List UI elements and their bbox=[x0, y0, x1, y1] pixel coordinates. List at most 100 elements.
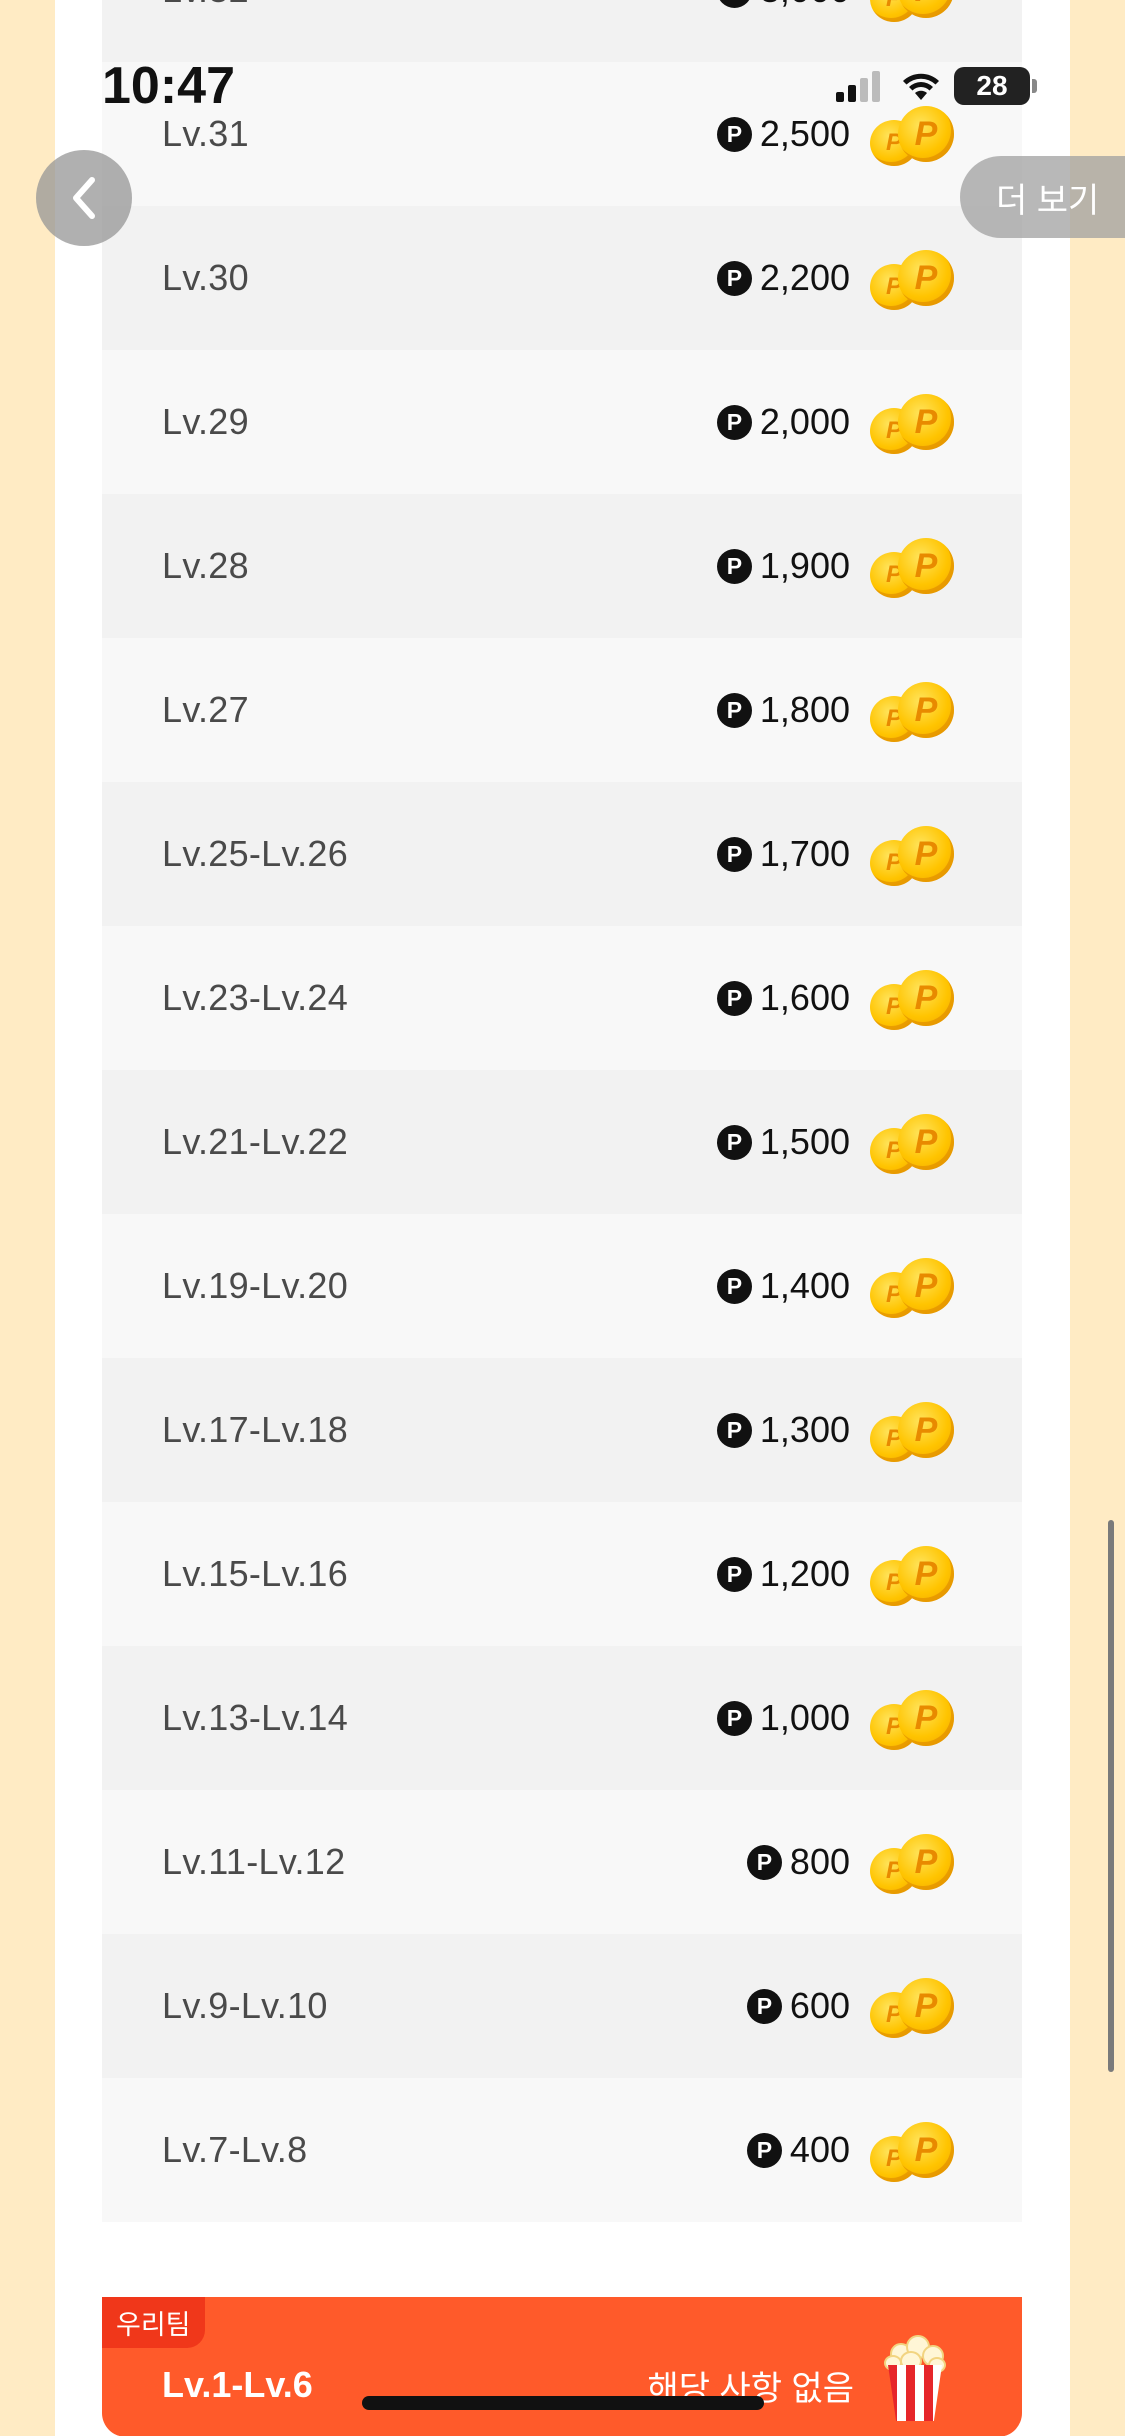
point-badge-icon: P bbox=[746, 1988, 782, 2024]
level-label: Lv.31 bbox=[162, 113, 249, 154]
points-value: P 600 bbox=[746, 1985, 850, 2027]
coins-icon: PP bbox=[870, 1106, 954, 1178]
level-label: Lv.13-Lv.14 bbox=[162, 1697, 349, 1738]
level-row: Lv.21-Lv.22 P 1,500 P P bbox=[102, 1070, 1022, 1214]
back-button[interactable] bbox=[36, 150, 132, 246]
points-value: P 1,600 bbox=[716, 977, 850, 1019]
coins-icon: PP bbox=[870, 818, 954, 890]
coins-icon: PP bbox=[870, 98, 954, 170]
level-label: Lv.11-Lv.12 bbox=[162, 1841, 346, 1882]
coins-icon: PP bbox=[870, 530, 954, 602]
level-row: Lv.29 P 2,000 P P bbox=[102, 350, 1022, 494]
point-badge-icon: P bbox=[716, 692, 752, 728]
coins-icon: PP bbox=[870, 1538, 954, 1610]
chevron-left-icon bbox=[73, 177, 95, 219]
level-row: Lv.30 P 2,200 P P bbox=[102, 206, 1022, 350]
points-value: P 1,200 bbox=[716, 1553, 850, 1595]
level-label: Lv.28 bbox=[162, 545, 249, 586]
wifi-icon bbox=[903, 73, 939, 100]
points-value: P 1,900 bbox=[716, 545, 850, 587]
points-value: P 3,000 bbox=[716, 0, 850, 11]
points-amount: 3,000 bbox=[760, 0, 850, 11]
points-amount: 1,300 bbox=[759, 1409, 850, 1450]
coins-icon: PP bbox=[870, 962, 954, 1034]
points-amount: 2,200 bbox=[759, 257, 850, 298]
points-amount: 400 bbox=[789, 2129, 850, 2170]
point-badge-icon: P bbox=[716, 1124, 752, 1160]
points-value: P 1,500 bbox=[716, 1121, 850, 1163]
level-label: Lv.25-Lv.26 bbox=[162, 833, 349, 874]
points-amount: 1,200 bbox=[759, 1553, 850, 1594]
my-team-row: 우리팀 Lv.1-Lv.6 해당 사항 없음 bbox=[102, 2297, 1022, 2436]
more-button[interactable]: 더 보기 bbox=[960, 156, 1125, 238]
points-value: P 1,800 bbox=[716, 689, 850, 731]
point-badge-icon: P bbox=[716, 0, 752, 8]
cellular-signal-icon bbox=[836, 70, 884, 102]
points-amount: 800 bbox=[789, 1841, 850, 1882]
points-amount: 2,000 bbox=[759, 401, 850, 442]
coins-icon: PP bbox=[870, 242, 954, 314]
level-label: Lv.7-Lv.8 bbox=[162, 2129, 308, 2170]
level-label: Lv.23-Lv.24 bbox=[162, 977, 349, 1018]
coins-icon: PP bbox=[870, 674, 954, 746]
level-label: Lv.21-Lv.22 bbox=[162, 1121, 349, 1162]
level-row: Lv.32P 3,000 PP bbox=[102, 0, 1022, 62]
point-badge-icon: P bbox=[716, 260, 752, 296]
points-amount: 1,800 bbox=[759, 689, 850, 730]
level-label: Lv.30 bbox=[162, 257, 249, 298]
battery-icon: 28 bbox=[954, 67, 1037, 105]
my-team-tag: 우리팀 bbox=[102, 2297, 205, 2348]
point-badge-icon: P bbox=[716, 1412, 752, 1448]
level-row: Lv.13-Lv.14 P 1,000 P P bbox=[102, 1646, 1022, 1790]
points-amount: 600 bbox=[789, 1985, 850, 2026]
level-row: Lv.17-Lv.18 P 1,300 P P bbox=[102, 1358, 1022, 1502]
points-amount: 1,600 bbox=[759, 977, 850, 1018]
level-label: Lv.27 bbox=[162, 689, 249, 730]
level-reward-list: Lv.32P3,000PPLv.31P2,500PPLv.30P2,200PPL… bbox=[102, 0, 1022, 2222]
points-amount: 2,500 bbox=[759, 113, 850, 154]
level-row: Lv.27 P 1,800 P P bbox=[102, 638, 1022, 782]
status-time: 10:47 bbox=[102, 57, 235, 115]
points-amount: 1,900 bbox=[759, 545, 850, 586]
point-badge-icon: P bbox=[716, 1268, 752, 1304]
level-label: Lv.9-Lv.10 bbox=[162, 1985, 328, 2026]
coins-icon: PP bbox=[870, 2114, 954, 2186]
level-row: Lv.11-Lv.12 P 800 P P bbox=[102, 1790, 1022, 1934]
level-label: Lv.15-Lv.16 bbox=[162, 1553, 349, 1594]
point-badge-icon: P bbox=[716, 548, 752, 584]
points-amount: 1,700 bbox=[759, 833, 850, 874]
points-amount: 1,400 bbox=[759, 1265, 850, 1306]
level-row: Lv.28 P 1,900 P P bbox=[102, 494, 1022, 638]
level-label: Lv.19-Lv.20 bbox=[162, 1265, 349, 1306]
point-badge-icon: P bbox=[716, 1700, 752, 1736]
scrollbar[interactable] bbox=[1108, 1520, 1114, 2072]
points-value: P 1,000 bbox=[716, 1697, 850, 1739]
popcorn-icon bbox=[876, 2335, 954, 2421]
points-value: P 1,700 bbox=[716, 833, 850, 875]
points-amount: 1,000 bbox=[759, 1697, 850, 1738]
points-value: P 800 bbox=[746, 1841, 850, 1883]
points-value: P 1,300 bbox=[716, 1409, 850, 1451]
point-badge-icon: P bbox=[716, 836, 752, 872]
points-value: P 2,000 bbox=[716, 401, 850, 443]
coins-icon: PP bbox=[870, 1826, 954, 1898]
level-row: Lv.23-Lv.24 P 1,600 P P bbox=[102, 926, 1022, 1070]
points-value: P 2,500 bbox=[716, 113, 850, 155]
coins-icon: PP bbox=[870, 1250, 954, 1322]
level-label: Lv.29 bbox=[162, 401, 249, 442]
points-value: P 400 bbox=[746, 2129, 850, 2171]
point-badge-icon: P bbox=[716, 404, 752, 440]
coins-icon: PP bbox=[870, 386, 954, 458]
points-value: P 1,400 bbox=[716, 1265, 850, 1307]
level-row: Lv.15-Lv.16 P 1,200 P P bbox=[102, 1502, 1022, 1646]
point-badge-icon: P bbox=[746, 1844, 782, 1880]
point-badge-icon: P bbox=[716, 1556, 752, 1592]
level-row: Lv.9-Lv.10 P 600 P P bbox=[102, 1934, 1022, 2078]
coins-icon: PP bbox=[870, 1394, 954, 1466]
point-badge-icon: P bbox=[746, 2132, 782, 2168]
points-value: P 2,200 bbox=[716, 257, 850, 299]
home-indicator bbox=[362, 2396, 764, 2410]
coins-icon: PP bbox=[870, 0, 954, 26]
point-badge-icon: P bbox=[716, 980, 752, 1016]
level-row: Lv.19-Lv.20 P 1,400 P P bbox=[102, 1214, 1022, 1358]
